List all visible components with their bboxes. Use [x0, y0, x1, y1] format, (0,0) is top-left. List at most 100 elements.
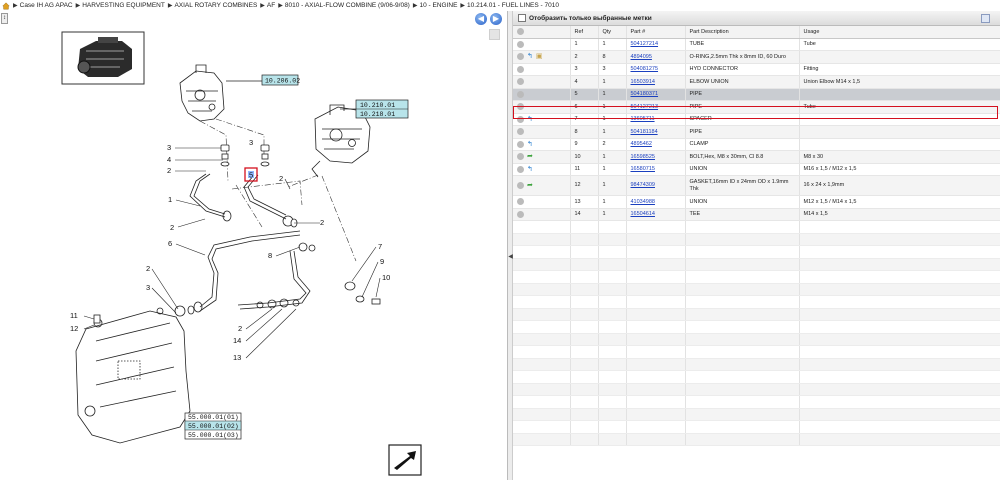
column-header-description[interactable]: Part Description	[685, 26, 800, 39]
table-row[interactable]: 4 1 16503914 ELBOW UNION Union Elbow M14 x 1…	[513, 75, 1000, 89]
replacement-info-icon[interactable]: ↰	[527, 141, 533, 148]
reference-link-10-206-02[interactable]: 10.206.02	[226, 74, 300, 86]
breadcrumb-item-brand[interactable]: Case IH AG APAC	[20, 2, 73, 9]
row-ref: 11	[574, 166, 581, 173]
breadcrumb-arrow-icon: ▶	[167, 3, 173, 9]
empty-row	[513, 420, 1000, 434]
part-number-link[interactable]: 504127214	[631, 41, 659, 47]
table-row[interactable]: ↰ ▣ 2 8 4894095 O-RING,2.5mm Thk x 8mm ID, 60…	[513, 50, 1000, 64]
row-ref: 13	[574, 198, 581, 205]
breadcrumb-item-family[interactable]: AXIAL ROTARY COMBINES	[174, 2, 257, 9]
callout-labels: 3 4 2 1 2 6 2 3 3 2 2 8 7 9 10 11 12 2 1…	[70, 138, 390, 362]
row-controls	[513, 75, 571, 89]
show-selected-only-checkbox[interactable]	[518, 14, 526, 22]
row-qty: 3	[602, 66, 606, 73]
part-number-link[interactable]: 16598525	[631, 154, 655, 160]
row-qty: 1	[602, 166, 606, 173]
add-to-cart-icon[interactable]	[517, 90, 524, 98]
svg-text:10.218.01: 10.218.01	[360, 111, 395, 118]
add-to-cart-icon[interactable]	[517, 65, 524, 73]
part-number-link[interactable]: 504181184	[631, 129, 658, 135]
add-to-cart-icon[interactable]	[517, 210, 524, 218]
replacement-info-icon[interactable]: ↰	[527, 53, 533, 60]
breadcrumb-arrow-icon: ▶	[75, 3, 81, 9]
add-to-cart-icon[interactable]	[517, 198, 524, 206]
row-usage: Tube	[803, 41, 816, 48]
exit-diagram-icon[interactable]	[388, 444, 422, 476]
part-number-link[interactable]: 504180371	[631, 91, 659, 97]
add-to-cart-icon[interactable]	[517, 115, 524, 123]
row-qty: 1	[602, 198, 606, 205]
callout-2: 2	[146, 264, 150, 273]
part-number-link[interactable]: 4895462	[631, 141, 652, 147]
part-number-link[interactable]: 98474309	[631, 182, 655, 188]
callout-ref-5-highlight[interactable]: 5	[244, 167, 258, 182]
breadcrumb-item-model[interactable]: 8010 - AXIAL-FLOW COMBINE (9/06-9/08)	[285, 2, 410, 9]
row-controls	[513, 38, 571, 51]
part-number-link[interactable]: 13605711	[631, 116, 655, 122]
empty-row	[513, 308, 1000, 321]
kit-package-icon[interactable]: ▣	[536, 53, 543, 60]
substitute-part-icon[interactable]: ➦	[527, 182, 533, 189]
row-description: GASKET,16mm ID x 24mm OD x 1.9mm Thk	[689, 178, 789, 192]
table-row[interactable]: 13 1 41034988 UNION M12 x 1,5 / M14 x 1,5	[513, 195, 1000, 209]
column-header-usage[interactable]: Usage	[799, 26, 1000, 39]
home-icon[interactable]	[2, 1, 10, 10]
column-header-part-number[interactable]: Part #	[626, 26, 686, 39]
add-to-cart-icon[interactable]	[517, 165, 524, 173]
breadcrumb-item-series[interactable]: AF	[267, 2, 275, 9]
table-row[interactable]: ➦ 10 1 16598525 BOLT,Hex, M8 x 30mm, Cl 8.8 M…	[513, 150, 1000, 164]
breadcrumb-arrow-icon: ▶	[278, 3, 283, 9]
add-to-cart-icon[interactable]	[517, 140, 524, 148]
part-number-link[interactable]: 504081275	[631, 66, 659, 72]
table-row[interactable]: 8 1 504181184 PIPE	[513, 125, 1000, 139]
empty-row	[513, 358, 1000, 371]
table-row[interactable]: ➦ 12 1 98474309 GASKET,16mm ID x 24mm OD x 1…	[513, 175, 1000, 196]
row-ref: 5	[574, 91, 578, 98]
part-number-link[interactable]: 16503914	[631, 79, 655, 85]
add-to-cart-icon[interactable]	[517, 40, 524, 48]
add-to-cart-icon[interactable]	[517, 78, 524, 86]
breadcrumb-item-section[interactable]: 10 - ENGINE	[419, 2, 457, 9]
row-controls: ↰	[513, 113, 571, 126]
column-header-ref[interactable]: Ref	[570, 26, 599, 39]
row-controls: ↰ ▣	[513, 50, 571, 64]
replacement-info-icon[interactable]: ↰	[527, 166, 533, 173]
table-row[interactable]: ↰ 11 1 16580715 UNION M16 x 1,5 / M12 x 1,5	[513, 163, 1000, 176]
row-usage: Fitting	[803, 66, 819, 73]
part-number-link[interactable]: 4894095	[631, 54, 652, 60]
table-row[interactable]: ↰ 9 2 4895462 CLAMP	[513, 138, 1000, 151]
add-to-cart-icon[interactable]	[517, 103, 524, 111]
table-row[interactable]: 1 1 504127214 TUBE Tube	[513, 38, 1000, 51]
row-ref: 14	[574, 211, 581, 218]
substitute-part-icon[interactable]: ➦	[527, 153, 533, 160]
export-icon[interactable]	[981, 14, 990, 23]
breadcrumb: ▶ Case IH AG APAC ▶ HARVESTING EQUIPMENT…	[0, 0, 1000, 11]
row-description: PIPE	[689, 128, 703, 135]
table-row[interactable]: 3 3 504081275 HYD CONNECTOR Fitting	[513, 63, 1000, 76]
part-number-link[interactable]: 16580715	[631, 166, 655, 172]
add-to-cart-icon[interactable]	[517, 153, 524, 161]
part-number-link[interactable]: 16504614	[631, 211, 655, 217]
reference-link-10-210-01[interactable]: 10.210.01 10.218.01	[340, 99, 409, 119]
column-header-select[interactable]	[513, 26, 571, 39]
add-to-cart-icon[interactable]	[517, 53, 524, 61]
callout-11: 11	[70, 311, 78, 320]
table-row[interactable]: 14 1 16504614 TEE M14 x 1,5	[513, 208, 1000, 221]
empty-row	[513, 258, 1000, 271]
table-row[interactable]: 5 1 504180371 PIPE	[513, 88, 1000, 101]
add-to-cart-icon[interactable]	[517, 128, 524, 136]
part-number-link[interactable]: 41034988	[631, 199, 655, 205]
row-description: UNION	[689, 198, 708, 205]
row-ref: 10	[574, 153, 581, 160]
column-header-qty[interactable]: Qty	[598, 26, 627, 39]
table-row[interactable]: ↰ 7 1 13605711 SPACER	[513, 113, 1000, 126]
part-number-link[interactable]: 504127213	[631, 104, 659, 110]
breadcrumb-item-category[interactable]: HARVESTING EQUIPMENT	[82, 2, 165, 9]
reference-link-55-000-01[interactable]: 55.000.01(01) 55.000.01(02) 55.000.01(03…	[184, 412, 242, 440]
replacement-info-icon[interactable]: ↰	[527, 116, 533, 123]
add-to-cart-icon[interactable]	[517, 181, 524, 189]
injection-pump-drawing	[179, 64, 225, 122]
table-row[interactable]: 6 1 504127213 PIPE Tube	[513, 100, 1000, 114]
engine-thumbnail[interactable]	[61, 31, 145, 85]
